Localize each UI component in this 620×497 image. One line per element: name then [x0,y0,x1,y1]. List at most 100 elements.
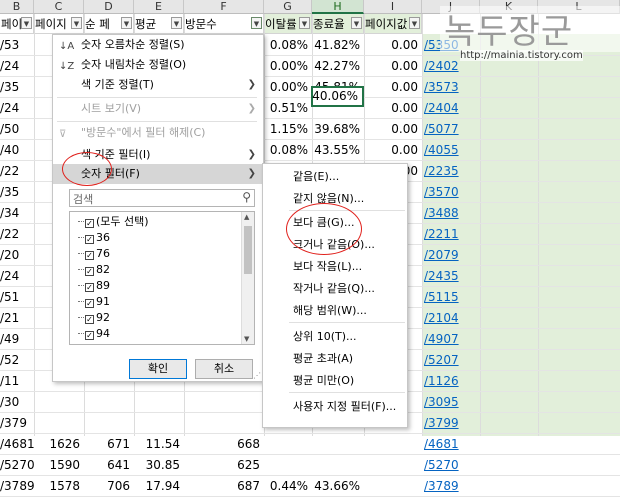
table-cell[interactable]: /52 [0,350,34,370]
column-header-d[interactable]: D [84,0,134,14]
scrollbar-thumb[interactable] [244,226,252,274]
table-cell[interactable]: 11.54 [134,434,184,454]
table-cell[interactable]: 1590 [34,455,84,475]
hyperlink-cell[interactable]: /2104 [422,308,480,328]
filter-list-item[interactable]: ✓ 89 [78,278,110,294]
table-cell[interactable]: 42.27% [312,56,364,76]
hyperlink-cell[interactable]: /2079 [422,245,480,265]
table-cell[interactable]: 671 [84,434,134,454]
submenu-item[interactable]: 평균 초과(A) [263,348,407,370]
hyperlink-cell[interactable]: /4681 [422,434,480,454]
table-cell[interactable]: /49 [0,329,34,349]
filter-dropdown-icon[interactable]: ▼ [251,17,262,29]
table-cell[interactable]: 30.85 [134,455,184,475]
hyperlink-cell[interactable]: /3488 [422,203,480,223]
table-cell[interactable]: 0.00% [264,77,312,97]
table-cell[interactable]: 0.00 [364,119,422,139]
filter-dropdown-icon[interactable]: ▼ [171,17,182,29]
column-header-b[interactable]: B [0,0,34,14]
table-cell[interactable]: 0.51% [264,98,312,118]
checkbox-checked-icon[interactable]: ✓ [85,219,94,228]
table-cell[interactable]: 706 [84,476,134,496]
table-cell[interactable]: /30 [0,392,34,412]
table-cell[interactable]: /21 [0,308,34,328]
table-cell[interactable]: /20 [0,245,34,265]
filter-dropdown-icon[interactable]: ▼ [409,17,420,29]
table-cell[interactable]: /3789 [0,476,34,496]
menu-sort-descending[interactable]: ↓Z 숫자 내림차순 정렬(O) [53,55,263,75]
submenu-item[interactable]: 해당 범위(W)... [263,300,407,322]
checkbox-checked-icon[interactable]: ✓ [85,235,94,244]
table-cell[interactable]: /35 [0,77,34,97]
filter-list-item[interactable]: ✓97 [78,342,110,344]
hyperlink-cell[interactable]: /2235 [422,161,480,181]
menu-sort-ascending[interactable]: ↓A 숫자 오름차순 정렬(S) [53,35,263,55]
menu-sort-by-color[interactable]: 색 기준 정렬(T) ❯ [53,75,263,95]
hyperlink-cell[interactable]: /3095 [422,392,480,412]
table-cell[interactable]: 0.44% [264,476,312,496]
ok-button[interactable]: 확인 [129,359,187,379]
table-cell[interactable]: 0.00 [364,98,422,118]
table-cell[interactable]: 0.00 [364,56,422,76]
filter-list-item[interactable]: ✓ 82 [78,262,110,278]
table-cell[interactable]: 41.82% [312,35,364,55]
table-cell[interactable]: /51 [0,287,34,307]
table-cell[interactable]: 1578 [34,476,84,496]
filter-list-item[interactable]: ✓ 36 [78,230,110,246]
table-cell[interactable]: 0.00 [364,140,422,160]
filter-list-item[interactable]: ✓ 91 [78,294,110,310]
checkbox-checked-icon[interactable]: ✓ [85,331,94,340]
column-header-f[interactable]: F [184,0,264,14]
table-cell[interactable]: 43.55% [312,140,364,160]
table-cell[interactable]: 0.00 [364,77,422,97]
filter-dropdown-icon[interactable]: ▼ [351,17,362,29]
table-cell[interactable]: 625 [184,455,264,475]
hyperlink-cell[interactable]: /3573 [422,77,480,97]
table-cell[interactable]: /24 [0,98,34,118]
table-cell[interactable]: /11 [0,371,34,391]
table-cell[interactable]: 641 [84,455,134,475]
hyperlink-cell[interactable]: /4055 [422,140,480,160]
table-cell[interactable]: 43.66% [312,476,364,496]
active-cell[interactable]: 40.06% [311,86,364,107]
submenu-item[interactable]: 같음(E)... [263,166,407,188]
submenu-item[interactable]: 평균 미만(O) [263,370,407,392]
table-cell[interactable]: /4681 [0,434,34,454]
filter-dropdown-icon[interactable]: ▼ [121,17,132,29]
hyperlink-cell[interactable]: /2404 [422,98,480,118]
table-cell[interactable]: 668 [184,434,264,454]
table-cell[interactable]: /379 [0,413,34,433]
table-cell[interactable]: /22 [0,161,34,181]
table-cell[interactable]: 17.94 [134,476,184,496]
hyperlink-cell[interactable]: /3799 [422,413,480,433]
filter-list-item[interactable]: ✓ 76 [78,246,110,262]
column-header-e[interactable]: E [134,0,184,14]
checkbox-checked-icon[interactable]: ✓ [85,315,94,324]
filter-search-input[interactable]: 검색 ⚲ [69,189,255,207]
table-cell[interactable]: 1626 [34,434,84,454]
hyperlink-cell[interactable]: /5077 [422,119,480,139]
column-header-i[interactable]: I [364,0,422,14]
filter-dropdown-icon[interactable]: ▼ [71,17,82,29]
column-header-h[interactable]: H [312,0,364,14]
table-cell[interactable]: 39.68% [312,119,364,139]
filter-list-item[interactable]: ✓ (모두 선택) [78,214,149,230]
table-cell[interactable]: /24 [0,56,34,76]
filter-dropdown-icon[interactable]: ▼ [21,17,32,29]
hyperlink-cell[interactable]: /1126 [422,371,480,391]
table-cell[interactable]: /34 [0,203,34,223]
hyperlink-cell[interactable]: /5270 [422,455,480,475]
table-cell[interactable]: /35 [0,182,34,202]
checkbox-checked-icon[interactable]: ✓ [85,251,94,260]
table-cell[interactable]: 0.00 [364,35,422,55]
hyperlink-cell[interactable]: /5115 [422,287,480,307]
submenu-item[interactable]: 상위 10(T)... [263,326,407,348]
filter-dropdown-icon[interactable]: ▼ [299,17,310,29]
hyperlink-cell[interactable]: /3570 [422,182,480,202]
hyperlink-cell[interactable]: /2435 [422,266,480,286]
submenu-item[interactable]: 사용자 지정 필터(F)... [263,396,407,418]
table-cell[interactable]: /53 [0,35,34,55]
column-header-g[interactable]: G [264,0,312,14]
list-scrollbar[interactable]: ▲ ▼ [241,212,254,344]
submenu-item[interactable]: 보다 작음(L)... [263,256,407,278]
